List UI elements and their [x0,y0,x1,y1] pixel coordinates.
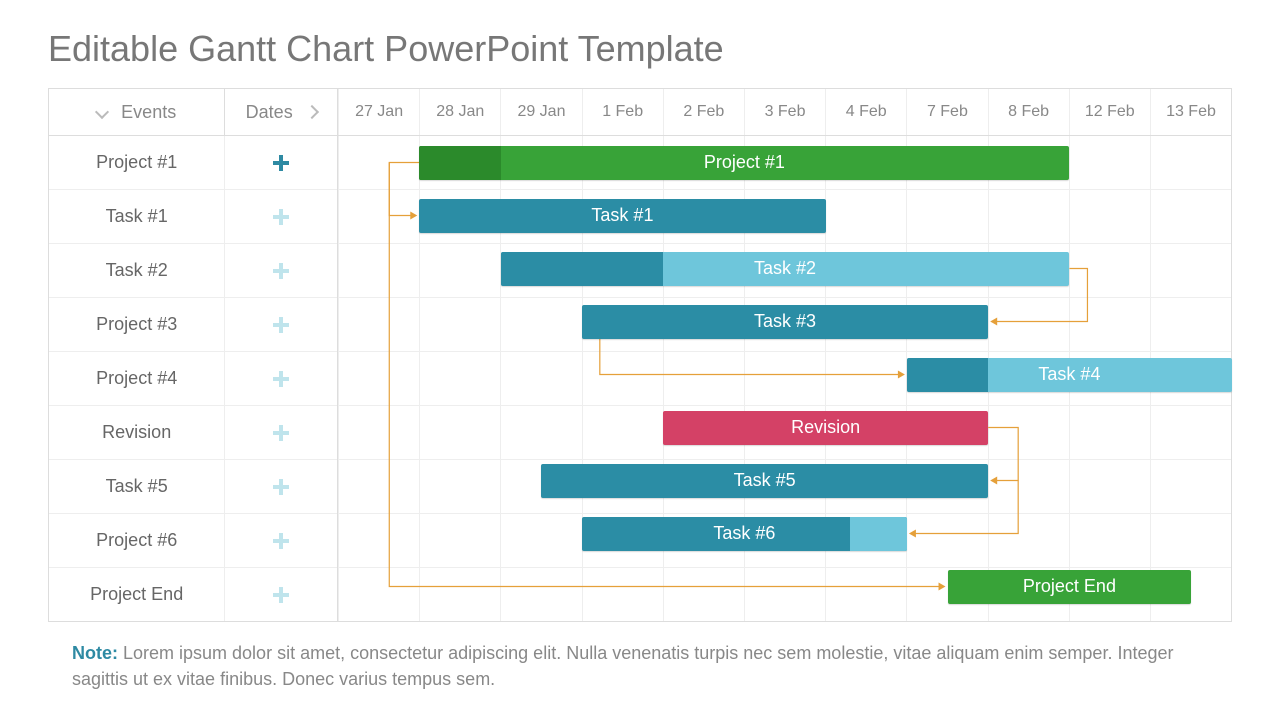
plus-icon [273,479,289,495]
date-col: 1 Feb [582,89,663,135]
task-row: Project End [49,568,337,621]
date-col: 12 Feb [1069,89,1150,135]
plus-icon [273,587,289,603]
chevron-down-icon [95,105,109,119]
expand-button[interactable] [224,244,337,297]
date-col: 29 Jan [500,89,581,135]
task-label: Task #2 [49,244,224,297]
gantt-bar[interactable]: Task #2 [501,252,1070,286]
gantt-bar[interactable]: Revision [663,411,988,445]
expand-button[interactable] [224,406,337,459]
page-title: Editable Gantt Chart PowerPoint Template [48,28,1232,70]
expand-button[interactable] [224,136,337,189]
plus-icon [273,533,289,549]
date-col: 3 Feb [744,89,825,135]
chevron-right-icon [305,105,319,119]
gantt-bar[interactable]: Project #1 [419,146,1069,180]
date-col: 28 Jan [419,89,500,135]
plus-icon [273,371,289,387]
gantt-bar[interactable]: Task #4 [907,358,1232,392]
task-label: Project End [49,568,224,621]
date-col: 4 Feb [825,89,906,135]
expand-button[interactable] [224,460,337,513]
task-label: Task #5 [49,460,224,513]
expand-button[interactable] [224,352,337,405]
expand-button[interactable] [224,514,337,567]
task-row: Project #4 [49,352,337,406]
plus-icon [273,425,289,441]
gantt-bar[interactable]: Project End [948,570,1192,604]
date-col: 27 Jan [338,89,419,135]
expand-button[interactable] [224,190,337,243]
task-row: Revision [49,406,337,460]
task-row: Task #1 [49,190,337,244]
task-label: Project #3 [49,298,224,351]
plus-icon [273,317,289,333]
date-col: 8 Feb [988,89,1069,135]
date-col: 13 Feb [1150,89,1231,135]
note-text: Note: Lorem ipsum dolor sit amet, consec… [48,640,1232,692]
task-label: Project #4 [49,352,224,405]
gantt-bar[interactable]: Task #6 [582,517,907,551]
header-events[interactable]: Events [49,89,224,135]
task-row: Project #3 [49,298,337,352]
gantt-bar[interactable]: Task #3 [582,305,988,339]
gantt-bar[interactable]: Task #5 [541,464,988,498]
task-row: Project #1 [49,136,337,190]
gantt-chart: Events Dates 27 Jan28 Jan29 Jan1 Feb2 Fe… [48,88,1232,622]
task-row: Project #6 [49,514,337,568]
gantt-header: Events Dates 27 Jan28 Jan29 Jan1 Feb2 Fe… [49,89,1231,136]
task-row: Task #2 [49,244,337,298]
plus-icon [273,155,289,171]
date-col: 2 Feb [663,89,744,135]
plus-icon [273,209,289,225]
task-label: Project #6 [49,514,224,567]
header-dates[interactable]: Dates [224,89,337,135]
task-label: Revision [49,406,224,459]
date-col: 7 Feb [906,89,987,135]
expand-button[interactable] [224,298,337,351]
gantt-bar[interactable]: Task #1 [419,199,825,233]
plus-icon [273,263,289,279]
task-row: Task #5 [49,460,337,514]
task-label: Task #1 [49,190,224,243]
expand-button[interactable] [224,568,337,621]
task-label: Project #1 [49,136,224,189]
